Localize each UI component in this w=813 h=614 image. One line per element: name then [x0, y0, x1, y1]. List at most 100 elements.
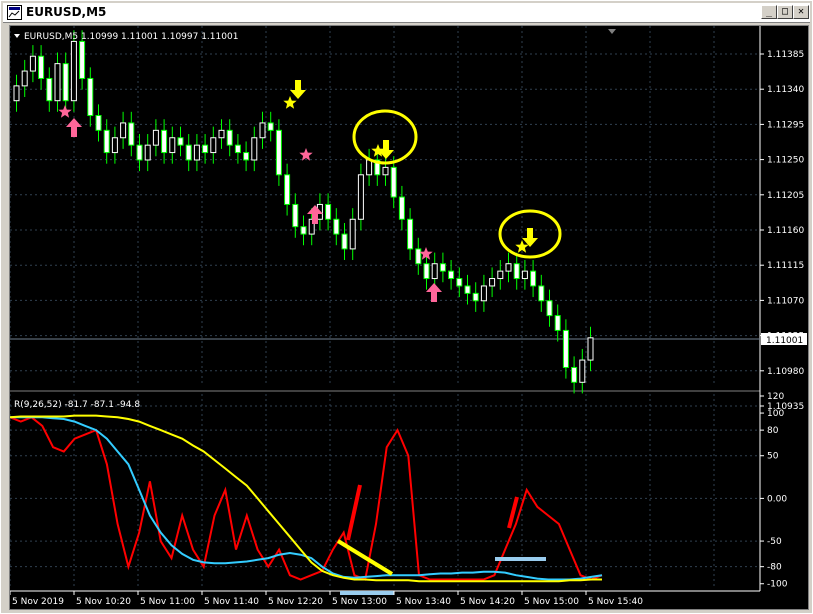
- time-axis-label: 5 Nov 11:00: [140, 597, 195, 607]
- time-axis-label: 5 Nov 14:20: [460, 597, 515, 607]
- time-axis-label: 5 Nov 10:20: [76, 597, 131, 607]
- candle-body: [587, 337, 594, 361]
- price-axis-label: 1.11205: [767, 191, 804, 201]
- time-axis-label: 5 Nov 11:40: [204, 597, 259, 607]
- candle-body: [423, 263, 430, 280]
- candle-body: [234, 144, 241, 154]
- chart-canvas[interactable]: 1.11385 1.11340 1.11295 1.11250 1.11205 1.111…: [10, 26, 808, 609]
- candle-body: [103, 129, 110, 154]
- price-axis-label: 1.11115: [767, 261, 804, 271]
- candle-body: [546, 300, 553, 317]
- indicator-axis-label: 80: [767, 426, 779, 436]
- candle-body: [382, 166, 389, 176]
- candle-body: [169, 137, 176, 154]
- candle-body: [505, 263, 512, 272]
- candle-body: [456, 278, 463, 287]
- buy-star-icon: [58, 105, 72, 118]
- indicator-axis-label: 120: [767, 392, 784, 402]
- maximize-button[interactable]: □: [777, 5, 793, 19]
- candle-body: [407, 218, 414, 250]
- indicator-axis-label: 50: [767, 452, 779, 462]
- time-axis-label: 5 Nov 15:00: [524, 597, 579, 607]
- candle-body: [489, 278, 496, 287]
- indicator-axis-label: 0.00: [767, 494, 787, 504]
- candle-body: [448, 270, 455, 280]
- indicator-axis-label: -80: [767, 563, 782, 573]
- window-title: EURUSD,M5: [26, 5, 107, 19]
- candle-body: [390, 166, 397, 198]
- current-price-label: 1.11001: [766, 336, 803, 346]
- candle-body: [120, 122, 127, 139]
- candle-body: [538, 285, 545, 302]
- candle-body: [251, 137, 258, 161]
- candle-body: [185, 144, 192, 161]
- chart-menu-icon[interactable]: [14, 34, 20, 38]
- candle-body: [571, 366, 578, 383]
- candle-body: [357, 174, 364, 220]
- candle-body: [193, 144, 200, 161]
- time-axis-label: 5 Nov 15:40: [588, 597, 643, 607]
- candle-body: [46, 77, 53, 102]
- time-axis-label: 5 Nov 12:20: [268, 597, 323, 607]
- candle-body: [341, 233, 348, 250]
- minimize-button[interactable]: _: [761, 5, 777, 19]
- candle-body: [398, 196, 405, 220]
- candle-body: [210, 137, 217, 154]
- candle-body: [177, 137, 184, 146]
- candle-body: [579, 359, 586, 383]
- terminal-window: EURUSD,M5 _ □ ✕ 1.11385 1.11340 1.11295 1.1…: [0, 0, 813, 614]
- shift-marker-icon[interactable]: [608, 29, 616, 34]
- candle-body: [284, 174, 291, 205]
- candle-body: [152, 129, 159, 146]
- sell-star-icon: [283, 96, 297, 109]
- candle-body: [218, 129, 225, 139]
- annotations: [58, 80, 562, 595]
- indicator-axis-label: -100: [767, 580, 788, 590]
- indicator-axis-label: 100: [767, 409, 784, 419]
- candle-body: [38, 55, 45, 79]
- candle-body: [521, 270, 528, 280]
- candle-body: [111, 137, 118, 154]
- candle-body: [349, 218, 356, 250]
- buy-star-icon: [299, 148, 313, 161]
- candle-body: [259, 122, 266, 139]
- price-axis-label: 1.11295: [767, 120, 804, 130]
- price-axis-label: 1.11340: [767, 85, 804, 95]
- candle-body: [439, 263, 446, 272]
- indicator-header: R(9,26,52) -81.7 -87.1 -94.8: [14, 400, 140, 410]
- chart-area[interactable]: 1.11385 1.11340 1.11295 1.11250 1.11205 1.111…: [9, 25, 809, 610]
- candle-body: [144, 144, 151, 161]
- candle-body: [333, 218, 340, 235]
- candle-body: [161, 129, 168, 154]
- candle-body: [415, 248, 422, 265]
- price-axis-label: 1.11385: [767, 50, 804, 60]
- time-axis-label: 5 Nov 13:00: [332, 597, 387, 607]
- sell-arrow-icon: [522, 228, 538, 247]
- time-axis-label: 5 Nov 13:40: [396, 597, 451, 607]
- candle-body: [300, 226, 307, 235]
- candle-body: [136, 144, 143, 161]
- candle-body: [497, 270, 504, 280]
- candle-body: [325, 203, 332, 220]
- candle-body: [62, 63, 69, 102]
- buy-arrow-icon: [66, 118, 82, 137]
- price-axis-label: 1.10980: [767, 367, 804, 377]
- candle-body: [87, 77, 94, 117]
- candle-body: [226, 129, 233, 146]
- time-axis-label: 5 Nov 2019: [12, 597, 64, 607]
- indicator-axis-label: -50: [767, 537, 782, 547]
- candle-body: [95, 115, 102, 131]
- candle-body: [29, 55, 36, 72]
- price-axis-label: 1.11250: [767, 156, 804, 166]
- candle-body: [554, 315, 561, 331]
- sell-arrow-icon: [290, 80, 306, 99]
- candle-body: [275, 129, 282, 176]
- candle-body: [70, 40, 77, 102]
- buy-arrow-icon: [426, 283, 442, 302]
- candle-body: [292, 203, 299, 228]
- candle-body: [13, 85, 20, 102]
- close-button[interactable]: ✕: [793, 5, 809, 19]
- candle-body: [562, 329, 569, 368]
- candle-body: [79, 40, 86, 79]
- candle-body: [366, 159, 373, 176]
